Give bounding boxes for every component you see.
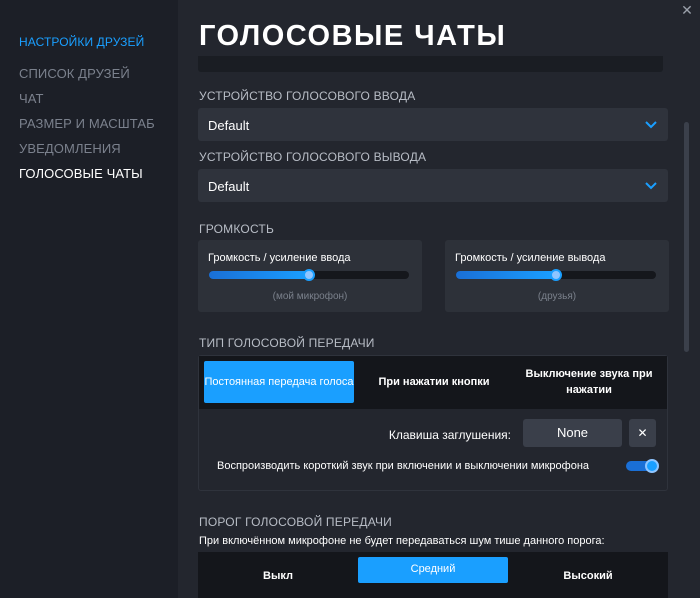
scrollbar[interactable] bbox=[684, 122, 689, 352]
input-device-select[interactable]: Default bbox=[198, 108, 668, 141]
sidebar: НАСТРОЙКИ ДРУЗЕЙ СПИСОК ДРУЗЕЙ ЧАТ РАЗМЕ… bbox=[0, 0, 178, 598]
input-volume-title: Громкость / усиление ввода bbox=[208, 252, 351, 264]
sidebar-header: НАСТРОЙКИ ДРУЗЕЙ bbox=[19, 35, 145, 49]
input-device-value: Default bbox=[208, 118, 250, 133]
chevron-down-icon bbox=[645, 182, 657, 190]
transmission-tabs: Постоянная передача голоса При нажатии к… bbox=[199, 356, 667, 409]
input-volume-slider[interactable] bbox=[209, 269, 409, 281]
beep-toggle-label: Воспроизводить короткий звук при включен… bbox=[217, 460, 590, 472]
page-title: ГОЛОСОВЫЕ ЧАТЫ bbox=[199, 20, 507, 52]
sidebar-item-size-scale[interactable]: РАЗМЕР И МАСШТАБ bbox=[19, 116, 155, 131]
output-volume-panel: Громкость / усиление вывода (друзья) bbox=[445, 240, 669, 312]
sidebar-item-notifications[interactable]: УВЕДОМЛЕНИЯ bbox=[19, 141, 121, 156]
sidebar-item-chat[interactable]: ЧАТ bbox=[19, 91, 44, 106]
transmission-panel: Постоянная передача голоса При нажатии к… bbox=[198, 355, 668, 491]
toggle-knob bbox=[645, 459, 659, 473]
chevron-down-icon bbox=[645, 121, 657, 129]
settings-main: ГОЛОСОВЫЕ ЧАТЫ УСТРОЙСТВО ГОЛОСОВОГО ВВО… bbox=[178, 0, 700, 598]
mute-key-clear-button[interactable]: ✕ bbox=[629, 419, 656, 447]
tab-push-to-talk[interactable]: При нажатии кнопки bbox=[359, 361, 509, 403]
transmission-type-label: ТИП ГОЛОСОВОЙ ПЕРЕДАЧИ bbox=[199, 336, 375, 350]
tab-push-to-mute[interactable]: Выключение звука при нажатии bbox=[514, 361, 664, 403]
mute-key-label: Клавиша заглушения: bbox=[388, 428, 511, 442]
input-device-label: УСТРОЙСТВО ГОЛОСОВОГО ВВОДА bbox=[199, 89, 416, 103]
output-device-select[interactable]: Default bbox=[198, 169, 668, 202]
sidebar-item-voice-chats[interactable]: ГОЛОСОВЫЕ ЧАТЫ bbox=[19, 166, 143, 181]
close-window-button[interactable]: ✕ bbox=[680, 3, 694, 17]
tab-threshold-medium[interactable]: Средний bbox=[358, 557, 508, 583]
output-device-label: УСТРОЙСТВО ГОЛОСОВОГО ВЫВОДА bbox=[199, 150, 427, 164]
tab-open-mic[interactable]: Постоянная передача голоса bbox=[204, 361, 354, 403]
close-icon: ✕ bbox=[681, 2, 693, 18]
close-icon: ✕ bbox=[637, 426, 648, 440]
output-volume-title: Громкость / усиление вывода bbox=[455, 252, 606, 264]
volume-label: ГРОМКОСТЬ bbox=[199, 222, 275, 236]
input-volume-fill bbox=[209, 271, 309, 279]
mute-key-button[interactable]: None bbox=[523, 419, 622, 447]
beep-toggle[interactable] bbox=[626, 459, 659, 473]
previous-section-edge bbox=[198, 56, 663, 72]
sidebar-item-friends-list[interactable]: СПИСОК ДРУЗЕЙ bbox=[19, 66, 130, 81]
input-volume-panel: Громкость / усиление ввода (мой микрофон… bbox=[198, 240, 422, 312]
tab-threshold-off[interactable]: Выкл bbox=[203, 552, 353, 598]
output-device-value: Default bbox=[208, 179, 250, 194]
threshold-label: ПОРОГ ГОЛОСОВОЙ ПЕРЕДАЧИ bbox=[199, 515, 392, 529]
input-volume-handle[interactable] bbox=[303, 269, 315, 281]
tab-threshold-high[interactable]: Высокий bbox=[513, 552, 663, 598]
output-volume-caption: (друзья) bbox=[537, 291, 577, 302]
output-volume-slider[interactable] bbox=[456, 269, 656, 281]
threshold-description: При включённом микрофоне не будет переда… bbox=[199, 535, 605, 547]
input-volume-caption: (мой микрофон) bbox=[272, 291, 348, 302]
output-volume-handle[interactable] bbox=[550, 269, 562, 281]
threshold-tabs: Выкл Средний Высокий bbox=[198, 552, 668, 598]
output-volume-fill bbox=[456, 271, 556, 279]
